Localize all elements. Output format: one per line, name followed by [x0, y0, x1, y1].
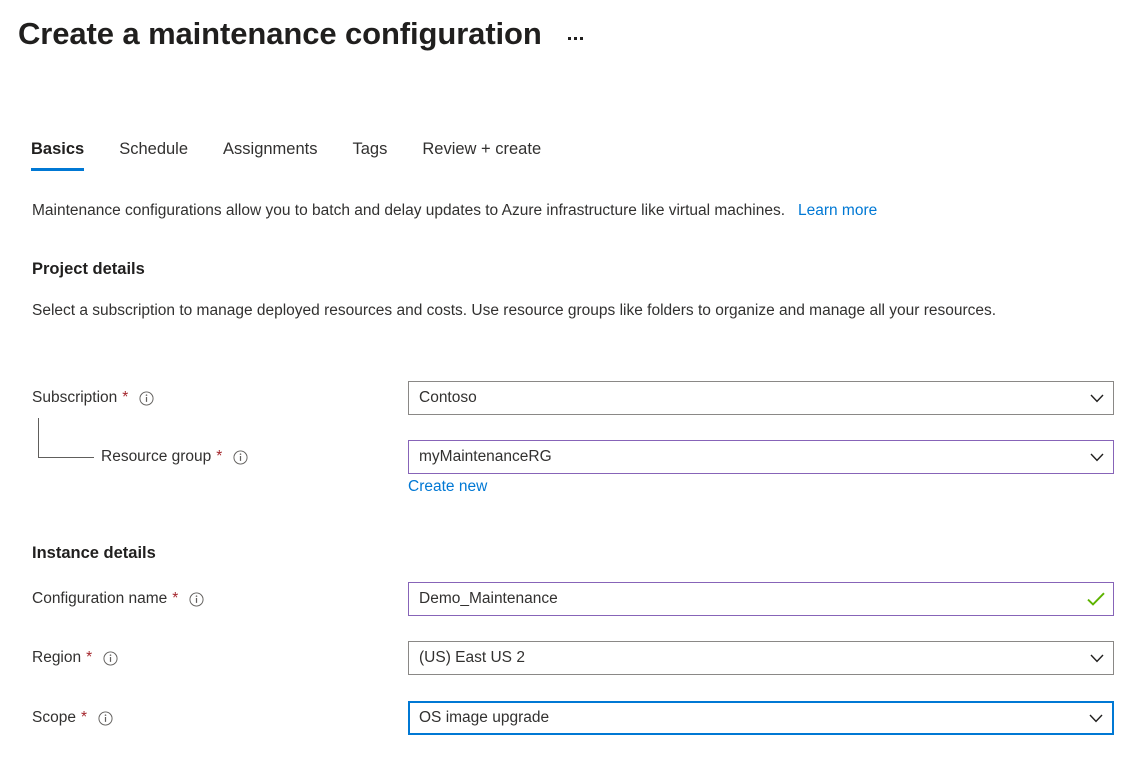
learn-more-link[interactable]: Learn more — [798, 202, 877, 219]
region-label-text: Region — [32, 648, 81, 668]
resource-group-label: Resource group * — [101, 447, 248, 467]
region-dropdown[interactable]: (US) East US 2 — [408, 641, 1114, 675]
subscription-label: Subscription * — [32, 388, 154, 408]
scope-label: Scope * — [32, 708, 113, 728]
page-title: Create a maintenance configuration — [18, 14, 542, 54]
info-icon[interactable] — [139, 391, 154, 406]
info-icon[interactable] — [98, 711, 113, 726]
tab-assignments[interactable]: Assignments — [223, 138, 338, 171]
subscription-dropdown[interactable]: Contoso — [408, 381, 1114, 415]
tab-tags[interactable]: Tags — [353, 138, 409, 171]
create-new-resource-group-link[interactable]: Create new — [408, 477, 487, 497]
configuration-name-value: Demo_Maintenance — [419, 589, 1079, 609]
chevron-down-icon — [1081, 382, 1113, 414]
intro-description: Maintenance configurations allow you to … — [32, 200, 877, 222]
scope-label-text: Scope — [32, 708, 76, 728]
configuration-name-label-text: Configuration name — [32, 589, 167, 609]
info-icon[interactable] — [103, 651, 118, 666]
configuration-name-row: Configuration name * Demo_Maintenance — [32, 582, 1114, 616]
project-details-description: Select a subscription to manage deployed… — [32, 298, 1102, 324]
scope-dropdown[interactable]: OS image upgrade — [408, 701, 1114, 735]
page-header: Create a maintenance configuration — [18, 14, 587, 54]
region-label: Region * — [32, 648, 118, 668]
resource-group-value: myMaintenanceRG — [419, 447, 1081, 467]
project-details-heading: Project details — [32, 258, 145, 280]
region-row: Region * (US) East US 2 — [32, 641, 1114, 675]
chevron-down-icon — [1081, 441, 1113, 473]
tab-schedule[interactable]: Schedule — [119, 138, 209, 171]
chevron-down-icon — [1080, 702, 1112, 734]
required-indicator: * — [172, 591, 178, 607]
intro-text: Maintenance configurations allow you to … — [32, 202, 785, 219]
create-maintenance-configuration-page: Create a maintenance configuration Basic… — [0, 0, 1145, 769]
info-icon[interactable] — [189, 592, 204, 607]
tab-review-create[interactable]: Review + create — [422, 138, 562, 171]
wizard-tabs: Basics Schedule Assignments Tags Review … — [31, 138, 562, 171]
tab-basics[interactable]: Basics — [31, 138, 105, 171]
resource-group-row: Resource group * myMaintenanceRG — [32, 440, 1114, 474]
more-options-icon[interactable] — [564, 18, 587, 50]
ellipsis-dot — [574, 37, 577, 40]
configuration-name-label: Configuration name * — [32, 589, 204, 609]
info-icon[interactable] — [233, 450, 248, 465]
instance-details-heading: Instance details — [32, 542, 156, 564]
checkmark-icon — [1079, 583, 1113, 615]
ellipsis-dot — [568, 37, 571, 40]
resource-group-dropdown[interactable]: myMaintenanceRG — [408, 440, 1114, 474]
required-indicator: * — [81, 710, 87, 726]
ellipsis-dot — [580, 37, 583, 40]
subscription-value: Contoso — [419, 388, 1081, 408]
chevron-down-icon — [1081, 642, 1113, 674]
required-indicator: * — [216, 449, 222, 465]
required-indicator: * — [122, 390, 128, 406]
subscription-row: Subscription * Contoso — [32, 381, 1114, 415]
configuration-name-field[interactable]: Demo_Maintenance — [408, 582, 1114, 616]
region-value: (US) East US 2 — [419, 648, 1081, 668]
subscription-label-text: Subscription — [32, 388, 117, 408]
resource-group-label-text: Resource group — [101, 447, 211, 467]
required-indicator: * — [86, 650, 92, 666]
scope-row: Scope * OS image upgrade — [32, 701, 1114, 735]
scope-value: OS image upgrade — [419, 708, 1080, 728]
